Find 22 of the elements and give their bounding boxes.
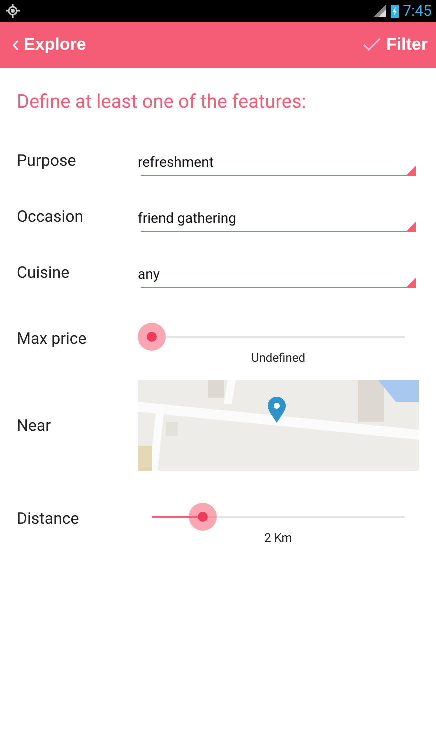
slider-value: Undefined bbox=[250, 351, 306, 365]
dropdown-field[interactable]: any bbox=[141, 262, 416, 288]
dropdown-corner-icon bbox=[407, 222, 416, 230]
field-label: Cuisine bbox=[17, 262, 71, 282]
field-label: Distance bbox=[17, 509, 80, 528]
chevron-left-icon bbox=[13, 40, 19, 50]
field-label: Purpose bbox=[17, 150, 78, 170]
clock-time: 7:45 bbox=[403, 2, 432, 20]
field-label: Max price bbox=[17, 329, 88, 348]
location-icon bbox=[6, 4, 20, 18]
section-heading: Define at least one of the features: bbox=[17, 90, 308, 115]
field-label: Near bbox=[17, 416, 52, 435]
battery-icon bbox=[391, 4, 400, 18]
dropdown-corner-icon bbox=[407, 278, 416, 286]
checkmark-icon bbox=[363, 38, 382, 52]
field-label: Occasion bbox=[17, 206, 85, 226]
dropdown-field[interactable]: refreshment bbox=[141, 150, 416, 176]
dropdown-corner-icon bbox=[407, 166, 416, 174]
slider-thumb[interactable] bbox=[138, 323, 166, 351]
slider-thumb[interactable] bbox=[188, 503, 217, 531]
slider-value: 2 Km bbox=[264, 531, 294, 545]
signal-icon bbox=[373, 4, 388, 18]
